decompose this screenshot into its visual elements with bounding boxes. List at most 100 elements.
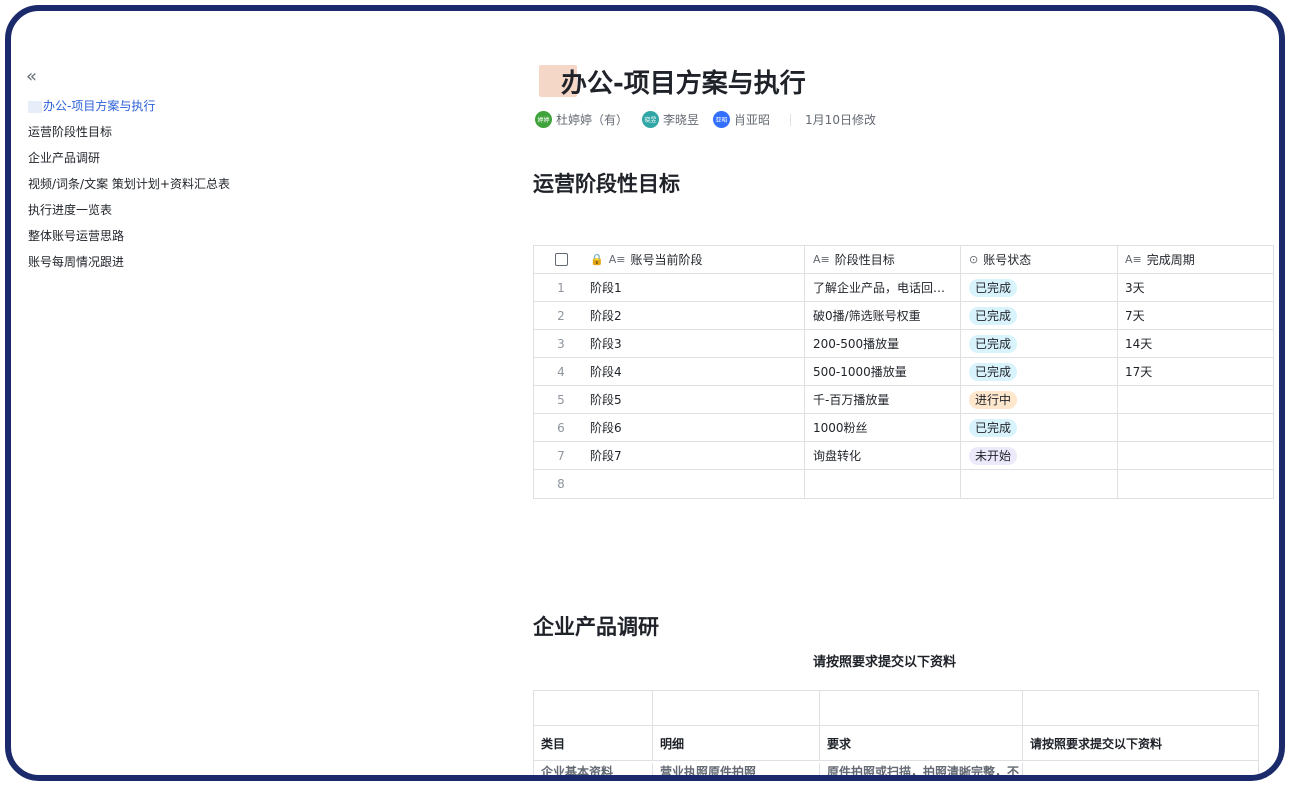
cell-period[interactable] (1118, 442, 1273, 469)
row-number: 6 (557, 420, 565, 435)
author-1[interactable]: 婷婷 杜婷婷（有） (535, 111, 628, 128)
toc-item-title[interactable]: 办公-项目方案与执行 (28, 93, 288, 119)
table-header-row: 🔒 A≡ 账号当前阶段 A≡ 阶段性目标 ⊙ 账号状态 A≡ 完成周期 (534, 246, 1273, 274)
table-cell[interactable]: 营业执照原件拍照 (653, 763, 820, 775)
cell-period[interactable]: 17天 (1118, 358, 1273, 385)
table-row[interactable]: 7 阶段7 询盘转化 未开始 (534, 442, 1273, 470)
status-field-icon: ⊙ (969, 253, 979, 266)
table-row: 企业基本资料 营业执照原件拍照 原件拍照或扫描，拍照清晰完整，不 (534, 761, 1258, 775)
status-badge: 已完成 (969, 418, 1018, 437)
title-row: 办公-项目方案与执行 (533, 61, 806, 101)
section-heading-goals: 运营阶段性目标 (533, 172, 680, 196)
status-badge: 未开始 (969, 446, 1018, 465)
cell-stage[interactable]: 阶段6 (588, 414, 805, 441)
cell-stage[interactable]: 阶段5 (588, 386, 805, 413)
section-heading-research: 企业产品调研 (533, 615, 659, 639)
cell-stage[interactable]: 阶段2 (588, 302, 805, 329)
cell-goal[interactable]: 千-百万播放量 (805, 386, 961, 413)
cell-status[interactable]: 已完成 (961, 414, 1118, 441)
cell-period[interactable]: 14天 (1118, 330, 1273, 357)
table-row[interactable]: 3 阶段3 200-500播放量 已完成 14天 (534, 330, 1273, 358)
cell-stage[interactable] (588, 470, 805, 498)
cell-period[interactable]: 7天 (1118, 302, 1273, 329)
column-header-stage[interactable]: 🔒 A≡ 账号当前阶段 (588, 246, 805, 273)
cell-status[interactable]: 已完成 (961, 302, 1118, 329)
table-row[interactable]: 4 阶段4 500-1000播放量 已完成 17天 (534, 358, 1273, 386)
cell-status[interactable] (961, 470, 1118, 498)
cell-goal[interactable]: 破0播/筛选账号权重 (805, 302, 961, 329)
table-row[interactable]: 1 阶段1 了解企业产品，电话回… 已完成 3天 (534, 274, 1273, 302)
document-meta: 婷婷 杜婷婷（有） 晓昱 李晓昱 亚昭 肖亚昭 1月10日修改 (535, 111, 876, 128)
select-all-checkbox[interactable] (554, 253, 568, 266)
table-cell[interactable]: 原件拍照或扫描，拍照清晰完整，不 (820, 763, 1023, 775)
table-cell[interactable] (534, 691, 653, 725)
cell-stage[interactable]: 阶段3 (588, 330, 805, 357)
row-number: 7 (557, 448, 565, 463)
table-row[interactable]: 6 阶段6 1000粉丝 已完成 (534, 414, 1273, 442)
table-header-row: 类目 明细 要求 请按照要求提交以下资料 (534, 726, 1258, 761)
table-row (534, 691, 1258, 726)
divider (790, 113, 792, 126)
toc-item-progress[interactable]: 执行进度一览表 (28, 197, 288, 223)
status-badge: 已完成 (969, 362, 1018, 381)
cell-period[interactable]: 3天 (1118, 274, 1273, 301)
table-cell[interactable]: 要求 (820, 726, 1023, 760)
research-subheading: 请按照要求提交以下资料 (813, 655, 957, 670)
row-number: 3 (557, 336, 565, 351)
table-cell[interactable]: 企业基本资料 (534, 763, 653, 775)
column-header-goal[interactable]: A≡ 阶段性目标 (805, 246, 961, 273)
blurred-region (28, 100, 42, 113)
page-title[interactable]: 办公-项目方案与执行 (561, 63, 806, 100)
cell-goal[interactable]: 询盘转化 (805, 442, 961, 469)
table-cell[interactable]: 类目 (534, 726, 653, 760)
goals-table: 🔒 A≡ 账号当前阶段 A≡ 阶段性目标 ⊙ 账号状态 A≡ 完成周期 1 阶段1 了解企业产… (533, 245, 1274, 499)
collapse-sidebar-icon[interactable]: « (26, 66, 37, 87)
toc-item-operation-goals[interactable]: 运营阶段性目标 (28, 119, 288, 145)
author-3[interactable]: 亚昭 肖亚昭 (713, 111, 770, 128)
table-row[interactable]: 5 阶段5 千-百万播放量 进行中 (534, 386, 1273, 414)
status-badge: 已完成 (969, 334, 1018, 353)
cell-period[interactable] (1118, 470, 1273, 498)
cell-goal[interactable]: 200-500播放量 (805, 330, 961, 357)
table-row[interactable]: 8 (534, 470, 1273, 498)
column-header-status[interactable]: ⊙ 账号状态 (961, 246, 1118, 273)
toc-item-content-plan[interactable]: 视频/词条/文案 策划计划+资料汇总表 (28, 171, 288, 197)
cell-goal[interactable]: 500-1000播放量 (805, 358, 961, 385)
row-number: 2 (557, 308, 565, 323)
row-number: 8 (557, 477, 565, 491)
row-number: 5 (557, 392, 565, 407)
cell-status[interactable]: 未开始 (961, 442, 1118, 469)
cell-goal[interactable]: 1000粉丝 (805, 414, 961, 441)
cell-stage[interactable]: 阶段4 (588, 358, 805, 385)
cell-status[interactable]: 进行中 (961, 386, 1118, 413)
toc-item-weekly[interactable]: 账号每周情况跟进 (28, 249, 288, 275)
table-cell[interactable] (653, 691, 820, 725)
avatar: 亚昭 (713, 111, 731, 128)
table-cell[interactable] (820, 691, 1023, 725)
toc-item-product-research[interactable]: 企业产品调研 (28, 145, 288, 171)
table-row[interactable]: 2 阶段2 破0播/筛选账号权重 已完成 7天 (534, 302, 1273, 330)
cell-status[interactable]: 已完成 (961, 330, 1118, 357)
select-all-cell (534, 246, 588, 273)
cell-goal[interactable] (805, 470, 961, 498)
table-cell[interactable] (1023, 691, 1258, 725)
author-2[interactable]: 晓昱 李晓昱 (642, 111, 699, 128)
cell-period[interactable] (1118, 386, 1273, 413)
cell-status[interactable]: 已完成 (961, 274, 1118, 301)
table-cell[interactable]: 请按照要求提交以下资料 (1023, 726, 1258, 760)
toc-item-strategy[interactable]: 整体账号运营思路 (28, 223, 288, 249)
text-field-icon: A≡ (608, 253, 626, 266)
text-field-icon: A≡ (813, 253, 830, 266)
cell-goal[interactable]: 了解企业产品，电话回… (805, 274, 961, 301)
column-header-period[interactable]: A≡ 完成周期 (1118, 246, 1273, 273)
table-cell[interactable]: 明细 (653, 726, 820, 760)
row-number: 4 (557, 364, 565, 379)
document-body: 办公-项目方案与执行 婷婷 杜婷婷（有） 晓昱 李晓昱 亚昭 肖亚昭 1月10日… (533, 11, 1279, 775)
cell-stage[interactable]: 阶段1 (588, 274, 805, 301)
cell-period[interactable] (1118, 414, 1273, 441)
status-badge: 已完成 (969, 278, 1018, 297)
cell-stage[interactable]: 阶段7 (588, 442, 805, 469)
cell-status[interactable]: 已完成 (961, 358, 1118, 385)
lock-icon: 🔒 (590, 253, 604, 266)
modified-time: 1月10日修改 (805, 113, 876, 127)
